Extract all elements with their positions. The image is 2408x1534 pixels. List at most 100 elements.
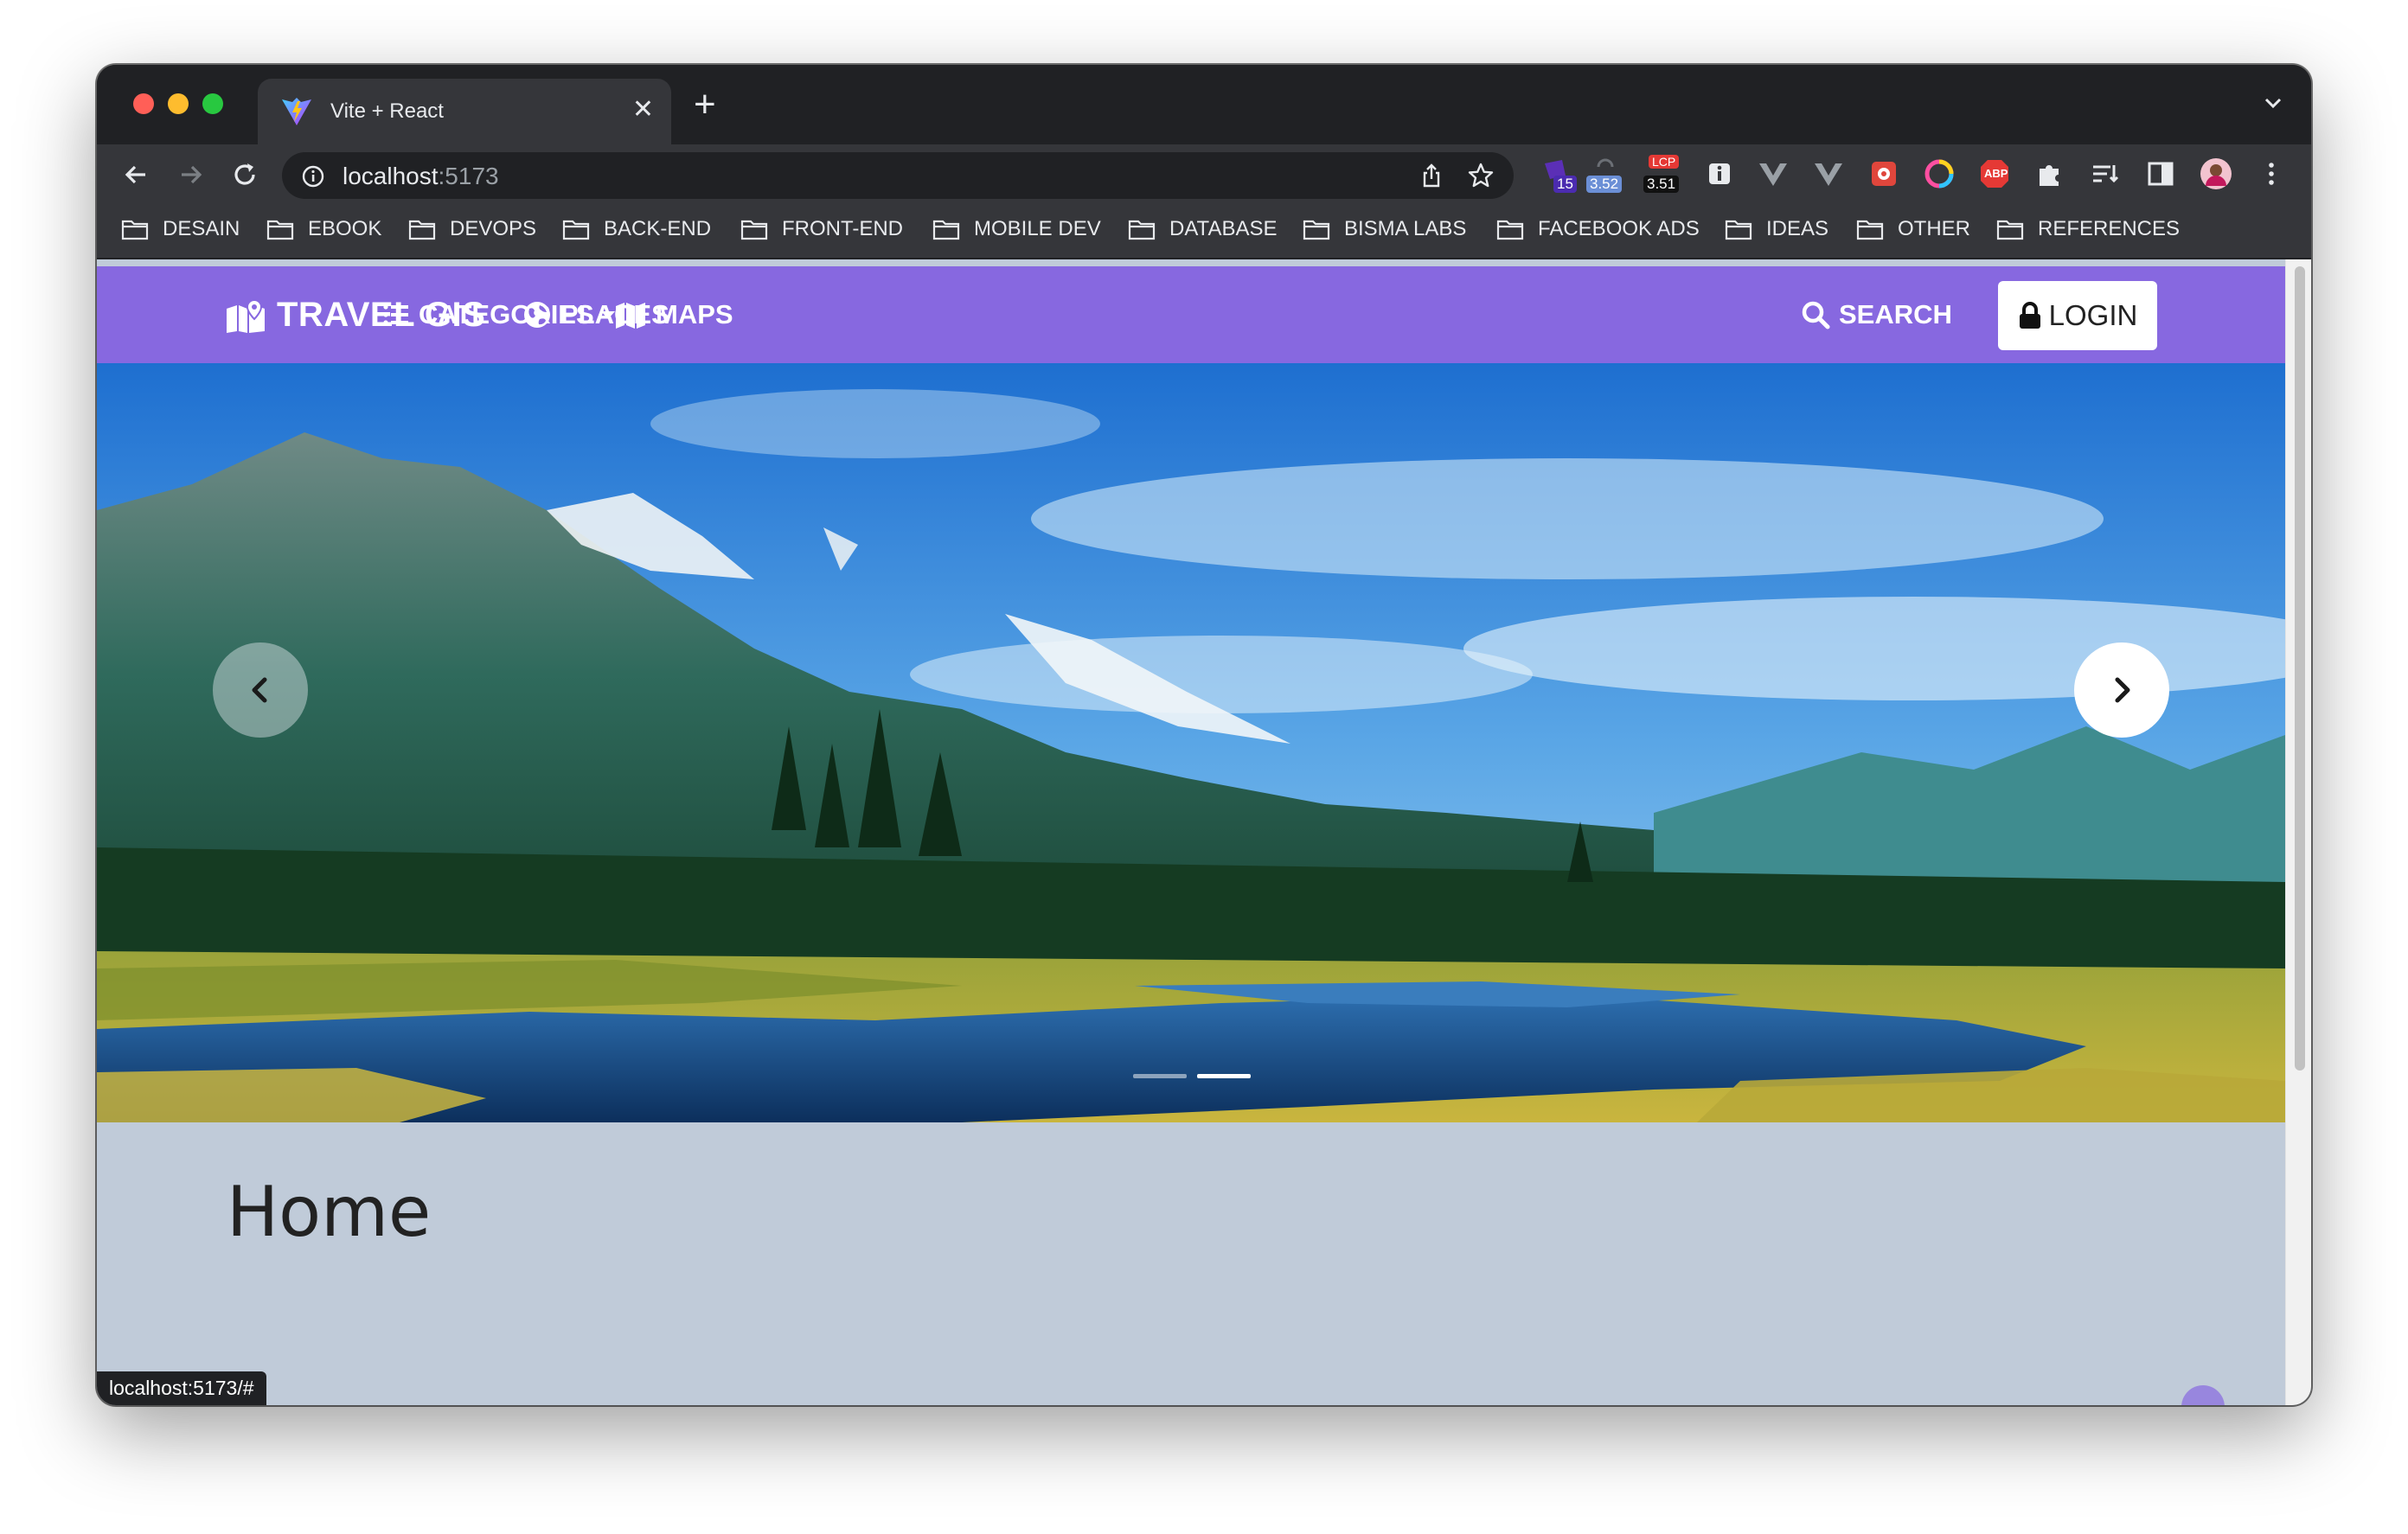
info-icon[interactable] <box>1702 157 1737 191</box>
color-picker-icon[interactable] <box>1922 157 1956 191</box>
browser-tab[interactable]: Vite + React ✕ <box>258 79 671 144</box>
bookmark-folder-ideas[interactable]: IDEAS <box>1725 217 1828 241</box>
carousel-indicator-2-active[interactable] <box>1197 1074 1251 1078</box>
extension-badge-icon[interactable]: 15 <box>1540 157 1577 193</box>
bookmark-folder-bisma-labs[interactable]: BISMA LABS <box>1303 217 1466 241</box>
carousel-next-button[interactable] <box>2074 642 2169 738</box>
bookmark-label: BISMA LABS <box>1344 217 1467 240</box>
bookmark-label: FACEBOOK ADS <box>1538 217 1700 240</box>
share-icon[interactable] <box>1419 163 1444 189</box>
folder-icon <box>1856 220 1884 240</box>
page-heading: Home <box>227 1172 432 1252</box>
bookmark-label: MOBILE DEV <box>974 217 1101 240</box>
bookmark-folder-facebook-ads[interactable]: FACEBOOK ADS <box>1496 217 1700 241</box>
address-url: localhost:5173 <box>343 163 499 190</box>
bookmark-label: DESAIN <box>163 217 240 240</box>
map-marker-icon <box>227 298 265 333</box>
tab-close-icon[interactable]: ✕ <box>632 94 654 125</box>
bookmark-folder-other[interactable]: OTHER <box>1856 217 1970 241</box>
url-host: localhost <box>343 163 439 189</box>
login-button[interactable]: LOGIN <box>1998 281 2157 350</box>
vite-logo-icon <box>282 98 311 125</box>
bookmark-folder-ebook[interactable]: EBOOK <box>266 217 381 241</box>
folder-icon <box>266 220 294 240</box>
site-info-icon[interactable] <box>301 164 325 189</box>
chevron-down-icon[interactable] <box>2261 91 2285 115</box>
profile-avatar-icon[interactable] <box>2199 157 2233 191</box>
folder-icon <box>1303 220 1330 240</box>
vue-devtools-icon[interactable] <box>1811 157 1846 191</box>
browser-window: Vite + React ✕ + localhost:5173 15 3.52 … <box>97 65 2311 1405</box>
status-url-bubble: localhost:5173/# <box>97 1371 266 1405</box>
zoom-window-button[interactable] <box>202 93 223 114</box>
reload-icon[interactable] <box>228 158 261 191</box>
carousel-prev-button[interactable] <box>213 642 308 738</box>
adblock-label: ABP <box>1984 167 2008 180</box>
bookmark-folder-back-end[interactable]: BACK-END <box>562 217 711 241</box>
nav-maps-link[interactable]: MAPS <box>614 299 733 330</box>
bookmark-folder-mobile-dev[interactable]: MOBILE DEV <box>932 217 1101 241</box>
close-window-button[interactable] <box>133 93 154 114</box>
chevron-right-icon <box>2115 677 2130 703</box>
bookmark-label: DEVOPS <box>450 217 537 240</box>
browser-toolbar: localhost:5173 15 3.52 LCP 3.51 ABP <box>97 144 2311 205</box>
bookmark-label: BACK-END <box>604 217 712 240</box>
tab-strip: Vite + React ✕ + <box>97 65 2311 144</box>
map-icon <box>616 303 645 329</box>
nav-search-label: SEARCH <box>1839 299 1952 329</box>
bookmark-label: EBOOK <box>308 217 382 240</box>
badge-352: 3.52 <box>1586 176 1623 193</box>
list-icon <box>383 304 408 325</box>
minimize-window-button[interactable] <box>168 93 189 114</box>
folder-icon <box>740 220 768 240</box>
hero-carousel <box>97 363 2285 1122</box>
bookmark-label: REFERENCES <box>2038 217 2181 240</box>
bookmark-label: IDEAS <box>1766 217 1829 240</box>
badge-lcp-value: 3.51 <box>1643 176 1680 193</box>
chevron-left-icon <box>252 677 267 703</box>
nav-maps-label: MAPS <box>656 299 733 329</box>
reading-list-icon[interactable] <box>2088 157 2123 191</box>
carousel-indicator-1[interactable] <box>1133 1074 1187 1078</box>
bookmark-folder-database[interactable]: DATABASE <box>1128 217 1277 241</box>
bookmark-folder-references[interactable]: REFERENCES <box>1996 217 2180 241</box>
browser-menu-icon[interactable] <box>2254 157 2289 191</box>
badge-lcp-label: LCP <box>1649 155 1680 169</box>
folder-icon <box>932 220 960 240</box>
search-icon <box>1802 301 1830 329</box>
page-scrollbar[interactable] <box>2285 259 2311 1405</box>
red-extension-icon[interactable] <box>1867 157 1901 191</box>
bookmark-star-icon[interactable] <box>1467 162 1495 189</box>
bookmark-label: DATABASE <box>1169 217 1278 240</box>
extension-lcp-icon[interactable]: LCP 3.51 <box>1643 155 1680 193</box>
site-navbar: TRAVEL GIS CATEGORIES PLACES MAPS SEARCH… <box>97 266 2285 363</box>
nav-search-link[interactable]: SEARCH <box>1801 299 1952 330</box>
new-tab-button[interactable]: + <box>694 84 716 125</box>
page-viewport: TRAVEL GIS CATEGORIES PLACES MAPS SEARCH… <box>97 259 2311 1405</box>
puzzle-icon[interactable] <box>2033 157 2067 191</box>
folder-icon <box>121 220 149 240</box>
bookmark-folder-devops[interactable]: DEVOPS <box>408 217 536 241</box>
bookmark-folder-front-end[interactable]: FRONT-END <box>740 217 903 241</box>
login-label: LOGIN <box>2048 299 2138 331</box>
adblock-icon[interactable]: ABP <box>1977 157 2012 191</box>
forward-arrow-icon[interactable] <box>175 158 208 191</box>
bookmark-folder-desain[interactable]: DESAIN <box>121 217 240 241</box>
address-bar[interactable]: localhost:5173 <box>282 152 1514 199</box>
badge-15: 15 <box>1553 176 1577 193</box>
bookmark-label: OTHER <box>1898 217 1970 240</box>
extension-metric-icon[interactable]: 3.52 <box>1586 157 1623 193</box>
side-panel-icon[interactable] <box>2143 157 2178 191</box>
folder-icon <box>1996 220 2024 240</box>
folder-icon <box>1725 220 1752 240</box>
tab-title: Vite + React <box>330 99 444 123</box>
floating-action-button[interactable] <box>2181 1385 2225 1405</box>
folder-icon <box>408 220 436 240</box>
back-arrow-icon[interactable] <box>119 158 152 191</box>
bookmark-label: FRONT-END <box>782 217 903 240</box>
scrollbar-thumb[interactable] <box>2295 266 2305 1071</box>
vue-devtools-icon[interactable] <box>1756 157 1790 191</box>
lock-icon <box>2019 302 2040 329</box>
folder-icon <box>1128 220 1156 240</box>
folder-icon <box>562 220 590 240</box>
